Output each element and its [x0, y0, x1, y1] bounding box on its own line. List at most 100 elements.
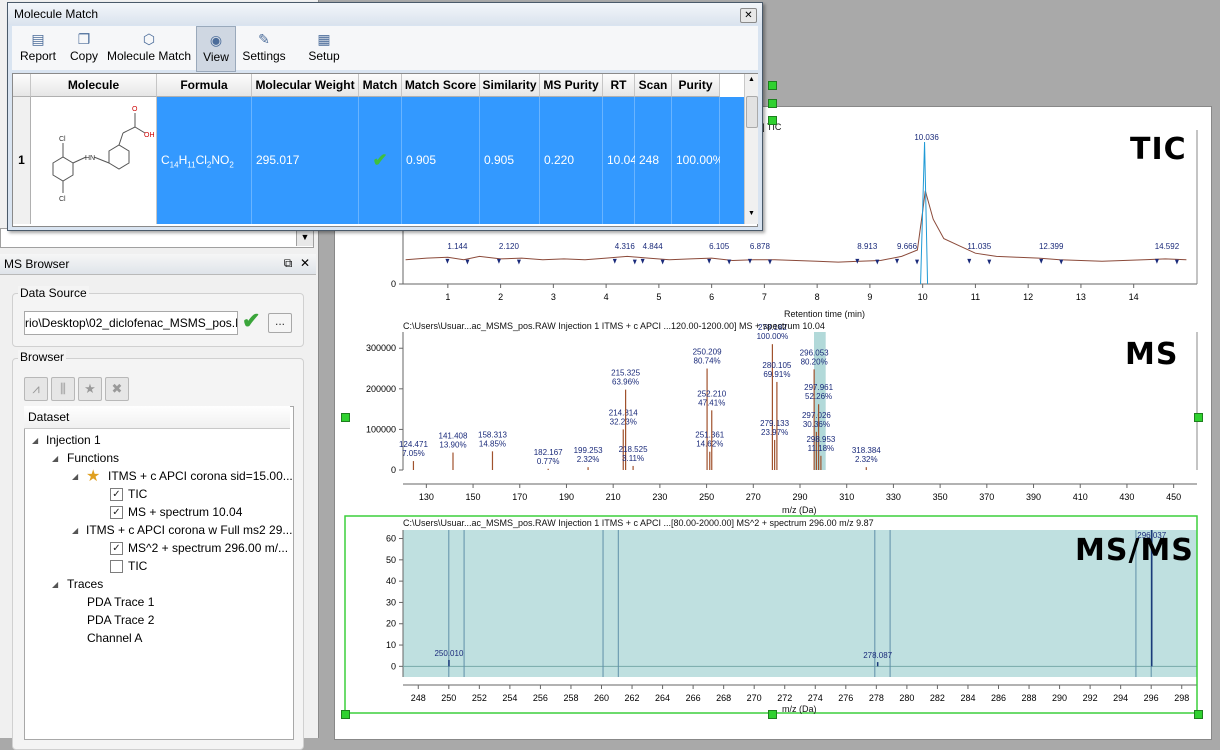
resize-handle[interactable]: [768, 116, 777, 125]
molecule-structure-drawing: Cl HN Cl O OH: [52, 106, 155, 203]
close-pane-icon[interactable]: ✕: [298, 256, 312, 270]
svg-text:HN: HN: [85, 155, 95, 162]
tree-item-function1[interactable]: ITMS + c APCI corona sid=15.00...: [108, 469, 293, 483]
resize-handle[interactable]: [768, 81, 777, 90]
tree-item-channel-a[interactable]: Channel A: [87, 631, 142, 645]
browse-button[interactable]: ...: [268, 313, 292, 333]
cell-rt[interactable]: 10.04: [603, 97, 637, 224]
col-formula[interactable]: Formula: [157, 74, 252, 97]
report-button[interactable]: ▤ Report: [14, 26, 62, 70]
resize-handle[interactable]: [1194, 710, 1203, 719]
close-icon[interactable]: ✕: [740, 8, 757, 23]
settings-icon: ✎: [258, 31, 270, 47]
msms-chart[interactable]: 0 10 20 30 40 50 60 248 250 252 254 256 258 260 262 264…: [344, 515, 1198, 714]
resize-handle[interactable]: [341, 413, 350, 422]
y-tick-label: 200000: [366, 384, 396, 394]
cell-scan[interactable]: 248: [635, 97, 672, 224]
col-scan[interactable]: Scan: [635, 74, 672, 97]
col-ms-purity[interactable]: MS Purity: [540, 74, 603, 97]
copy-icon: ❐: [77, 31, 91, 47]
ms-peak-label: 199.253: [574, 446, 603, 455]
tree-item-tic-1[interactable]: TIC: [128, 487, 147, 501]
float-pane-icon[interactable]: ⧉: [281, 256, 295, 270]
cell-molecular-weight[interactable]: 295.017: [252, 97, 359, 224]
checkbox-ms2-spectrum[interactable]: ✓: [110, 542, 123, 555]
collapse-arrow-icon[interactable]: ◢: [52, 580, 58, 589]
layout-combo[interactable]: [0, 228, 314, 248]
ms-peak-percent: 80.74%: [694, 357, 721, 366]
ms-chart[interactable]: 0 100000 200000 300000 130 150 170 190 210 230 250…: [366, 323, 1198, 502]
col-similarity[interactable]: Similarity: [480, 74, 540, 97]
star-icon[interactable]: ★: [78, 377, 102, 401]
tic-peak-label: 6.878: [750, 242, 771, 251]
molecule-match-button[interactable]: ⬡ Molecule Match: [106, 26, 192, 70]
x-tick-label: 296: [1144, 693, 1159, 703]
grid-scrollbar[interactable]: ▲ ▼: [744, 74, 758, 224]
view-button[interactable]: ◉ View: [196, 26, 236, 72]
checkbox-ms-spectrum[interactable]: ✓: [110, 506, 123, 519]
col-rt[interactable]: RT: [603, 74, 635, 97]
collapse-arrow-icon[interactable]: ◢: [32, 436, 38, 445]
setup-button[interactable]: ▦ Setup: [304, 26, 344, 70]
x-tick-label: 284: [960, 693, 975, 703]
x-tick-label: 8: [815, 292, 820, 302]
tree-item-pda2[interactable]: PDA Trace 2: [87, 613, 154, 627]
x-tick-label: 5: [656, 292, 661, 302]
col-molecular-weight[interactable]: Molecular Weight: [252, 74, 359, 97]
cell-match-score[interactable]: 0.905: [402, 97, 480, 224]
delete-icon[interactable]: ✖: [105, 377, 129, 401]
tree-item-traces[interactable]: Traces: [67, 577, 103, 591]
peak-tool-icon[interactable]: ⫼: [51, 377, 75, 401]
match-check-icon[interactable]: ✔: [359, 97, 402, 224]
spectrum-tool-icon[interactable]: ⩘: [24, 377, 48, 401]
tree-item-pda1[interactable]: PDA Trace 1: [87, 595, 154, 609]
tree-item-function2[interactable]: ITMS + c APCI corona w Full ms2 29...: [86, 523, 292, 537]
cell-ms-purity[interactable]: 0.220: [540, 97, 603, 224]
x-tick-label: 430: [1119, 492, 1134, 502]
collapse-arrow-icon[interactable]: ◢: [72, 526, 78, 535]
x-tick-label: 268: [716, 693, 731, 703]
col-purity[interactable]: Purity: [672, 74, 720, 97]
copy-button[interactable]: ❐ Copy: [64, 26, 104, 70]
x-tick-label: 390: [1026, 492, 1041, 502]
resize-handle[interactable]: [1194, 413, 1203, 422]
tree-item-injection[interactable]: Injection 1: [46, 433, 101, 447]
ms-peak-percent: 32.23%: [610, 417, 637, 426]
tree-item-tic-2[interactable]: TIC: [128, 559, 147, 573]
collapse-arrow-icon[interactable]: ◢: [72, 472, 78, 481]
x-tick-label: 270: [747, 693, 762, 703]
checkbox-tic-1[interactable]: ✓: [110, 488, 123, 501]
tree-item-ms2-spectrum[interactable]: MS^2 + spectrum 296.00 m/...: [128, 541, 288, 555]
ms-browser-title: MS Browser: [4, 257, 70, 271]
col-match[interactable]: Match: [359, 74, 402, 97]
tree-item-ms-spectrum[interactable]: MS + spectrum 10.04: [128, 505, 242, 519]
molecule-structure[interactable]: Cl HN Cl O OH: [31, 97, 157, 224]
x-tick-label: 276: [838, 693, 853, 703]
scroll-up-icon[interactable]: ▲: [746, 76, 757, 86]
x-tick-label: 350: [933, 492, 948, 502]
cell-purity[interactable]: 100.00%: [672, 97, 723, 224]
tic-peak-start-marker: [1154, 258, 1159, 264]
x-tick-label: 252: [472, 693, 487, 703]
checkbox-tic-2[interactable]: [110, 560, 123, 573]
scroll-thumb[interactable]: [746, 96, 758, 128]
scroll-down-icon[interactable]: ▼: [746, 210, 757, 220]
col-molecule[interactable]: Molecule: [31, 74, 157, 97]
settings-button[interactable]: ✎ Settings: [238, 26, 290, 70]
x-tick-label: 230: [652, 492, 667, 502]
x-tick-label: 11: [971, 292, 980, 302]
ms-peak-label: 280.105: [762, 361, 791, 370]
cell-formula[interactable]: C14H11Cl2NO2: [157, 97, 252, 224]
tic-peak-label: 9.666: [897, 242, 918, 251]
cell-similarity[interactable]: 0.905: [480, 97, 540, 224]
data-source-field[interactable]: rio\Desktop\02_diclofenac_MSMS_pos.RAW: [24, 311, 238, 335]
resize-handle[interactable]: [768, 99, 777, 108]
x-tick-label: 280: [899, 693, 914, 703]
resize-handle[interactable]: [768, 710, 777, 719]
tree-item-functions[interactable]: Functions: [67, 451, 119, 465]
ms-peak-percent: 11.18%: [808, 444, 835, 453]
collapse-arrow-icon[interactable]: ◢: [52, 454, 58, 463]
row-index[interactable]: 1: [13, 97, 31, 224]
col-match-score[interactable]: Match Score: [402, 74, 480, 97]
resize-handle[interactable]: [341, 710, 350, 719]
